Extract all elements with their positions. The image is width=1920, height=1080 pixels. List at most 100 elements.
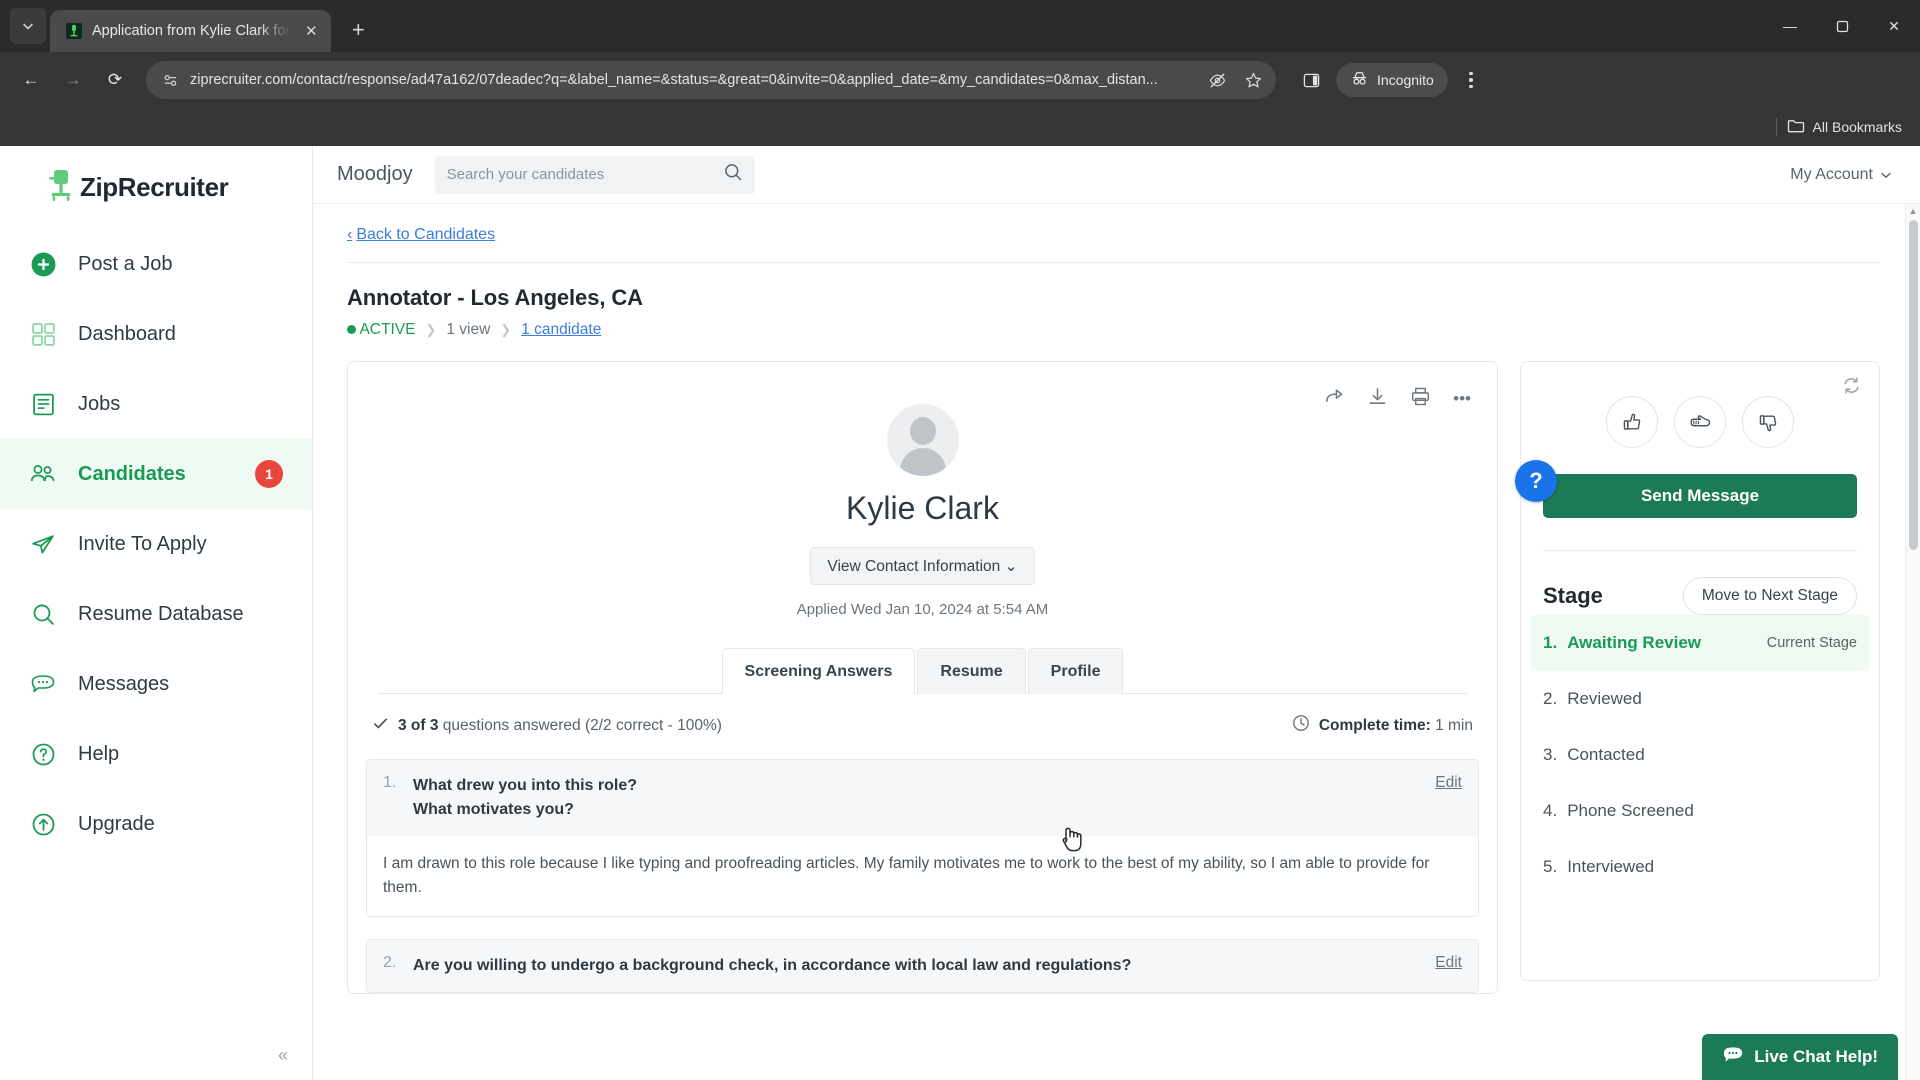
side-panel-icon[interactable]: [1292, 61, 1330, 99]
grid-icon: [26, 322, 60, 347]
sidebar-item-post-a-job[interactable]: Post a Job: [0, 229, 312, 299]
candidate-actions-rail: ? Send Message Stage Move to Next Stage …: [1515, 361, 1880, 981]
sidebar-item-label: Resume Database: [78, 602, 244, 625]
all-bookmarks-label: All Bookmarks: [1812, 119, 1902, 135]
page-scrollbar[interactable]: ▲: [1905, 204, 1920, 1080]
stage-item-phone-screened[interactable]: 4. Phone Screened: [1531, 783, 1869, 839]
edit-question-link[interactable]: Edit: [1435, 774, 1462, 792]
star-icon[interactable]: [1238, 65, 1268, 95]
maximize-icon: [1836, 20, 1848, 32]
applied-date: Applied Wed Jan 10, 2024 at 5:54 AM: [796, 601, 1049, 618]
site-settings-icon[interactable]: [160, 70, 180, 90]
forward-arrow-icon[interactable]: →: [54, 61, 92, 99]
stage-item-interviewed[interactable]: 5. Interviewed: [1531, 839, 1869, 895]
sidebar-item-candidates[interactable]: Candidates 1: [0, 439, 312, 509]
three-dot-menu-icon[interactable]: [1454, 63, 1488, 97]
question-answer: I am drawn to this role because I like t…: [367, 836, 1478, 917]
status-badge: ACTIVE: [347, 321, 415, 339]
address-bar[interactable]: ziprecruiter.com/contact/response/ad47a1…: [146, 61, 1276, 99]
question-block: 1. What drew you into this role? What mo…: [366, 759, 1479, 918]
refresh-icon[interactable]: [1842, 376, 1861, 400]
maximize-button[interactable]: [1816, 0, 1868, 52]
my-account-menu[interactable]: My Account: [1790, 166, 1892, 184]
question-block: 2. Are you willing to undergo a backgrou…: [366, 939, 1479, 994]
close-window-button[interactable]: ✕: [1868, 0, 1920, 52]
chevron-left-icon: ‹: [347, 226, 353, 243]
eye-off-icon[interactable]: [1202, 65, 1232, 95]
share-icon[interactable]: [1324, 386, 1345, 412]
incognito-icon: [1350, 69, 1369, 91]
stage-number: 4.: [1543, 801, 1558, 820]
sidebar-item-label: Post a Job: [78, 252, 173, 275]
print-icon[interactable]: [1410, 386, 1431, 412]
question-circle-icon: [26, 742, 60, 767]
my-account-label: My Account: [1790, 165, 1873, 183]
double-chevron-left-icon[interactable]: «: [278, 1045, 288, 1066]
tab-search-button[interactable]: [10, 8, 46, 44]
sidebar-item-label: Jobs: [78, 392, 121, 415]
stage-title: Stage: [1543, 583, 1603, 608]
sidebar-item-invite-to-apply[interactable]: Invite To Apply: [0, 509, 312, 579]
question-number: 1.: [383, 774, 397, 791]
live-chat-button[interactable]: Live Chat Help!: [1702, 1034, 1898, 1080]
paper-plane-icon: [26, 532, 60, 557]
browser-tab[interactable]: Application from Kylie Clark for ✕: [50, 10, 332, 52]
ziprecruiter-logo[interactable]: ZipRecruiter: [0, 154, 312, 229]
stage-item-reviewed[interactable]: 2. Reviewed: [1531, 671, 1869, 727]
sidebar-item-upgrade[interactable]: Upgrade: [0, 789, 312, 859]
scrollbar-thumb[interactable]: [1909, 220, 1918, 550]
sidebar-item-help[interactable]: Help: [0, 719, 312, 789]
company-name: Moodjoy: [337, 163, 413, 185]
chat-bubble-icon: [1722, 1045, 1744, 1070]
reload-icon[interactable]: ⟳: [96, 61, 134, 99]
edit-question-link[interactable]: Edit: [1435, 954, 1462, 972]
tab-resume[interactable]: Resume: [917, 648, 1026, 694]
candidate-card: ••• Kylie Clark View Contact Information…: [347, 361, 1498, 995]
scroll-area: ‹ Back to Candidates Annotator - Los Ang…: [313, 204, 1920, 1080]
answered-count: 3 of 3: [398, 716, 439, 734]
move-to-next-stage-button[interactable]: Move to Next Stage: [1682, 577, 1857, 615]
stage-number: 3.: [1543, 745, 1558, 764]
back-arrow-icon[interactable]: ←: [12, 61, 50, 99]
questions-answered: 3 of 3 questions answered (2/2 correct -…: [372, 715, 722, 737]
new-tab-button[interactable]: +: [341, 13, 375, 47]
thumbs-down-icon[interactable]: [1742, 396, 1794, 448]
back-to-candidates-link[interactable]: ‹ Back to Candidates: [347, 226, 495, 244]
candidates-count-link[interactable]: 1 candidate: [521, 321, 601, 339]
search-icon[interactable]: [723, 162, 743, 187]
complete-time-value: 1 min: [1435, 716, 1473, 734]
view-contact-information-button[interactable]: View Contact Information ⌄: [810, 547, 1035, 585]
views-count: 1 view: [446, 321, 491, 338]
thumbs-up-icon[interactable]: [1606, 396, 1658, 448]
all-bookmarks-button[interactable]: All Bookmarks: [1787, 118, 1902, 137]
tab-close-button[interactable]: ✕: [299, 19, 323, 43]
question-text: Are you willing to undergo a background …: [413, 957, 1132, 975]
tab-screening-answers[interactable]: Screening Answers: [721, 648, 916, 695]
window-controls: — ✕: [1764, 0, 1920, 52]
search-input[interactable]: [446, 166, 723, 183]
pointing-hand-icon[interactable]: [1674, 396, 1726, 448]
candidate-search[interactable]: [434, 155, 755, 194]
sidebar-item-dashboard[interactable]: Dashboard: [0, 299, 312, 369]
tab-profile[interactable]: Profile: [1027, 648, 1124, 694]
sidebar-item-jobs[interactable]: Jobs: [0, 369, 312, 439]
send-message-button[interactable]: Send Message: [1543, 474, 1857, 518]
stage-item-contacted[interactable]: 3. Contacted: [1531, 727, 1869, 783]
stage-label: Reviewed: [1567, 689, 1642, 708]
sidebar-item-resume-database[interactable]: Resume Database: [0, 579, 312, 649]
ziprecruiter-favicon: [64, 22, 83, 41]
stage-number: 2.: [1543, 689, 1558, 708]
tab-title: Application from Kylie Clark for: [92, 23, 291, 39]
chat-bubble-icon: [26, 672, 60, 697]
up-arrow-circle-icon: [26, 812, 60, 837]
help-badge[interactable]: ?: [1515, 460, 1557, 502]
stage-item-awaiting-review[interactable]: 1. Awaiting Review Current Stage: [1531, 615, 1869, 671]
sidebar-item-messages[interactable]: Messages: [0, 649, 312, 719]
download-icon[interactable]: [1367, 386, 1388, 412]
minimize-button[interactable]: —: [1764, 0, 1816, 52]
more-horizontal-icon[interactable]: •••: [1453, 389, 1471, 409]
profile-incognito-button[interactable]: Incognito: [1336, 63, 1448, 97]
app-topbar: Moodjoy My Account: [313, 146, 1920, 204]
clock-icon: [1292, 714, 1310, 737]
scroll-up-arrow-icon[interactable]: ▲: [1906, 204, 1920, 218]
